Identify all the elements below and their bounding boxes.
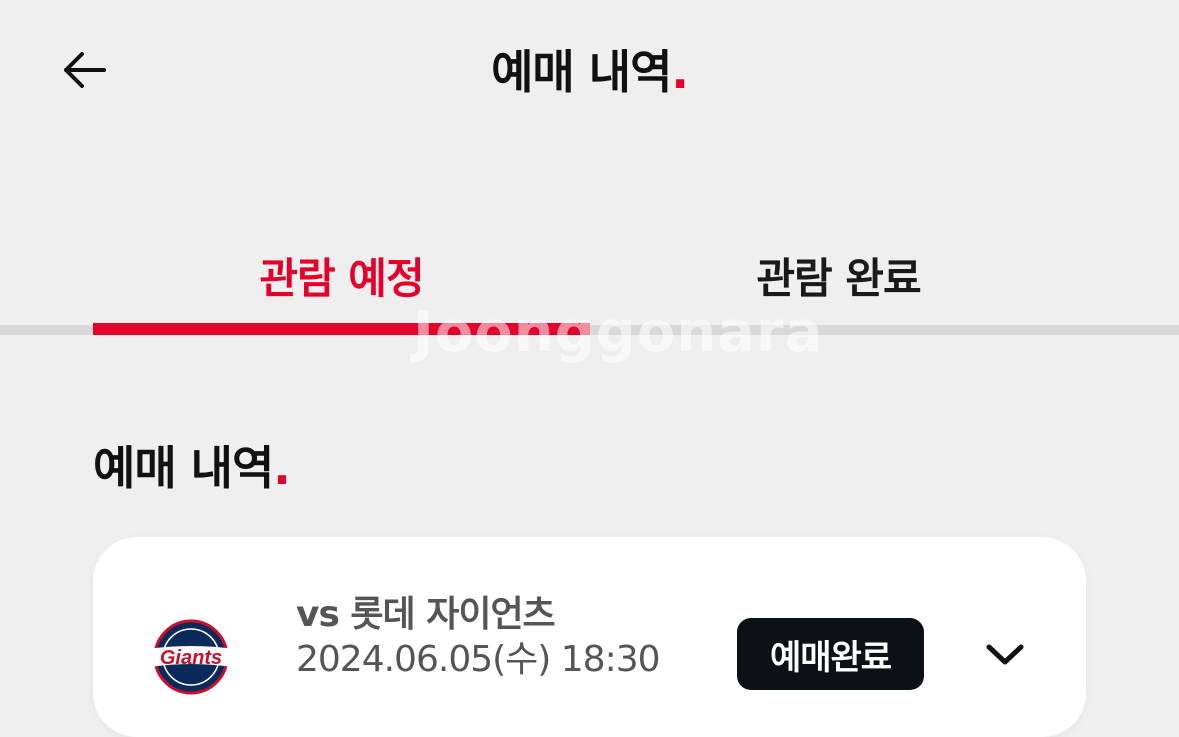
expand-button[interactable] [975, 633, 1035, 677]
page-title-text: 예매 내역 [491, 45, 672, 99]
team-logo-text: Giants [160, 647, 222, 669]
watermark: Joonggonara [413, 300, 824, 365]
game-datetime: 2024.06.05(수) 18:30 [296, 639, 661, 680]
page-title: 예매 내역. [0, 36, 1179, 102]
booking-card[interactable]: Giants vs 롯데 자이언츠 2024.06.05(수) 18:30 예매… [93, 537, 1086, 737]
section-title-dot: . [273, 441, 291, 495]
chevron-down-icon [986, 644, 1024, 665]
title-dot: . [671, 45, 689, 99]
header: 예매 내역. [0, 0, 1179, 140]
giants-logo: Giants [141, 617, 241, 697]
section-title: 예매 내역. [93, 432, 291, 498]
status-badge: 예매완료 [737, 618, 924, 690]
section-title-text: 예매 내역 [93, 441, 274, 495]
